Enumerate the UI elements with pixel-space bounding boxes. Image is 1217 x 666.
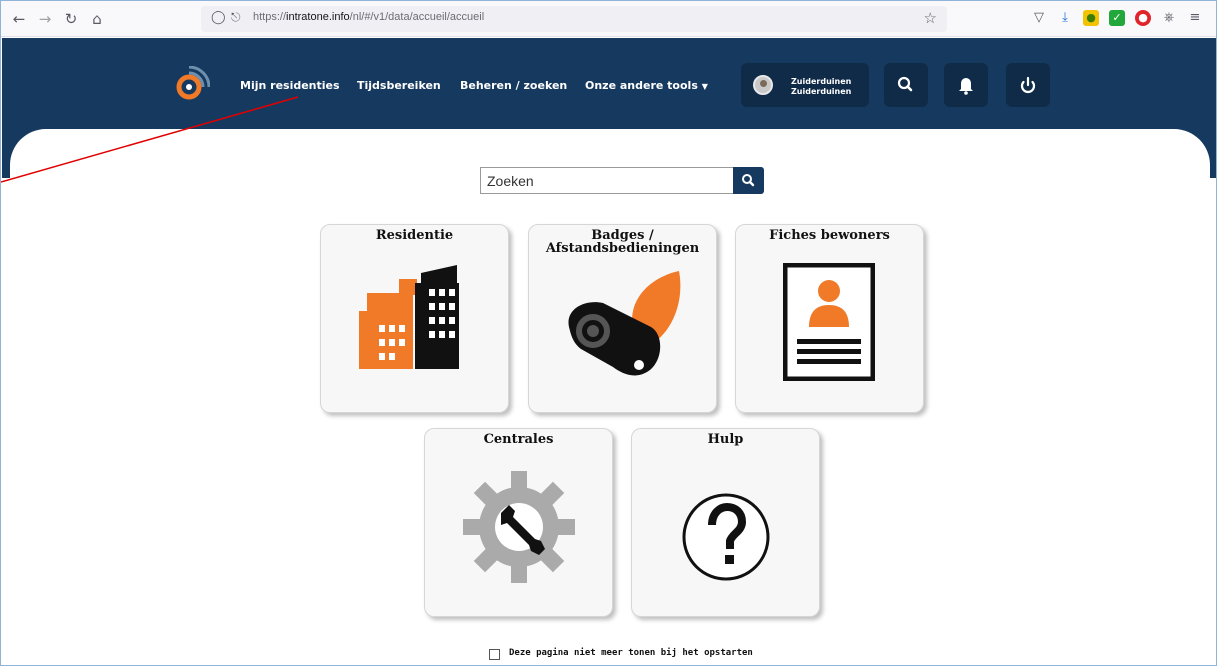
browser-window: ← → ↻ ⌂ ◯ ⎋ https://intratone.info/nl/#/… [0, 0, 1217, 666]
user-account-button[interactable]: Zuiderduinen Zuiderduinen [741, 63, 869, 107]
notifications-button[interactable] [944, 63, 988, 107]
tile-centrales[interactable]: Centrales [424, 428, 613, 617]
url-prefix: https:// [253, 11, 287, 23]
user-name-line2: Zuiderduinen [791, 87, 852, 96]
search-submit-button[interactable] [733, 167, 764, 194]
nav-mijn-residenties[interactable]: Mijn residenties [240, 79, 340, 92]
bell-icon [959, 78, 973, 95]
badge-keyfob-icon [568, 271, 681, 376]
nav-tijdsbereiken[interactable]: Tijdsbereiken [357, 79, 441, 92]
extension-honey-icon[interactable]: ● [1083, 10, 1099, 26]
tile-title-line2: Afstandsbedieningen [545, 241, 700, 256]
user-name-line1: Zuiderduinen [791, 77, 852, 86]
address-bar[interactable]: ◯ ⎋ https://intratone.info/nl/#/v1/data/… [201, 6, 947, 32]
extension-ublock-icon[interactable]: ● [1135, 10, 1151, 26]
tile-title: Residentie [375, 228, 454, 243]
shield-icon[interactable]: ◯ [211, 10, 226, 25]
forward-arrow-icon[interactable]: → [35, 9, 55, 29]
power-icon [1020, 76, 1036, 94]
tile-title: Hulp [707, 432, 744, 447]
search-icon [897, 76, 913, 92]
tile-title: Centrales [483, 432, 554, 447]
lock-icon[interactable]: ⎋ [231, 10, 241, 25]
tile-fiches-bewoners[interactable]: Fiches bewoners [735, 224, 924, 413]
tile-residentie[interactable]: Residentie [320, 224, 509, 413]
caret-down-icon: ▼ [701, 82, 708, 91]
header-search-button[interactable] [884, 63, 928, 107]
reload-icon[interactable]: ↻ [61, 9, 81, 29]
logout-button[interactable] [1006, 63, 1050, 107]
tile-hulp[interactable]: Hulp [631, 428, 820, 617]
url-text[interactable]: https://intratone.info/nl/#/v1/data/accu… [253, 11, 484, 23]
nav-onze-andere-tools[interactable]: Onze andere tools ▼ [585, 79, 708, 92]
menu-hamburger-icon[interactable]: ≡ [1187, 10, 1203, 26]
download-icon[interactable]: ⤓ [1057, 10, 1073, 26]
tile-badges[interactable]: Badges / Afstandsbedieningen [528, 224, 717, 413]
extensions-puzzle-icon[interactable]: ⎈ [1161, 10, 1177, 26]
avatar [753, 75, 773, 95]
tile-title: Fiches bewoners [769, 228, 890, 243]
nav-beheren-zoeken[interactable]: Beheren / zoeken [460, 79, 567, 92]
pocket-icon[interactable]: ▽ [1031, 10, 1047, 26]
bookmark-star-icon[interactable]: ☆ [924, 9, 937, 27]
url-domain: intratone.info [286, 11, 350, 23]
gear-wrench-icon [463, 471, 575, 583]
browser-toolbar: ← → ↻ ⌂ ◯ ⎋ https://intratone.info/nl/#/… [1, 1, 1216, 37]
resident-card-icon [783, 263, 875, 381]
search-icon [742, 174, 755, 187]
intratone-logo-icon[interactable] [176, 66, 210, 100]
question-mark-icon [682, 493, 770, 581]
home-icon[interactable]: ⌂ [87, 9, 107, 29]
dont-show-again-label[interactable]: Deze pagina niet meer tonen bij het opst… [509, 648, 753, 658]
nav-onze-andere-tools-label: Onze andere tools [585, 79, 698, 92]
back-arrow-icon[interactable]: ← [9, 9, 29, 29]
url-path: /nl/#/v1/data/accueil/accueil [349, 11, 485, 23]
building-icon [359, 265, 459, 369]
extension-check-icon[interactable]: ✓ [1109, 10, 1125, 26]
dont-show-again-checkbox[interactable] [489, 649, 500, 660]
search-input[interactable] [480, 167, 733, 194]
